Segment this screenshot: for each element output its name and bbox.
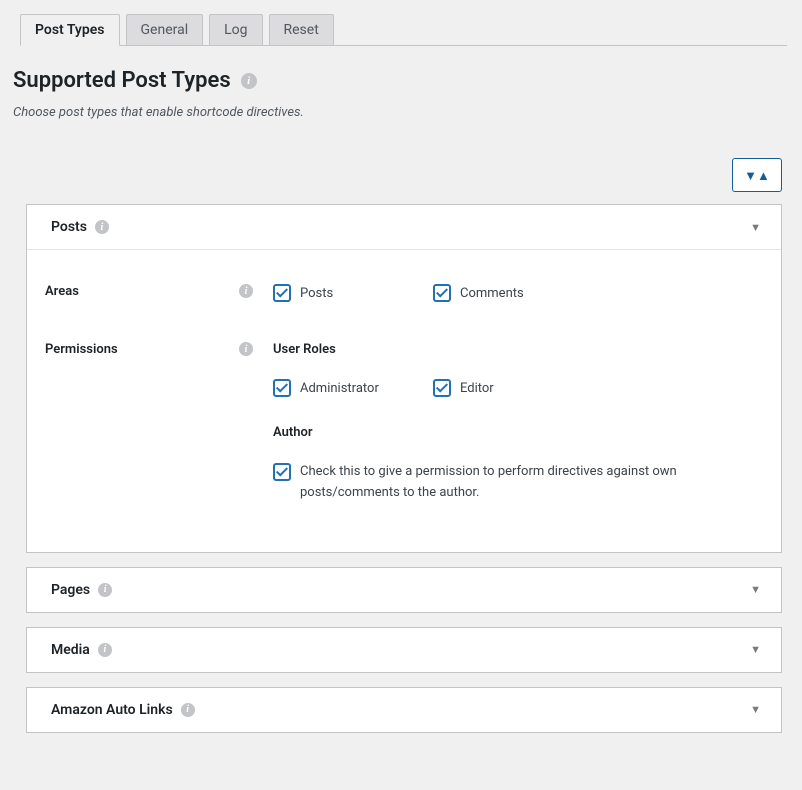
- panel-amazon-header[interactable]: Amazon Auto Links i ▼: [27, 688, 781, 732]
- checkbox-posts-label: Posts: [300, 286, 333, 301]
- toggle-all-button[interactable]: ▼▲: [732, 158, 782, 192]
- checkbox-item-editor: Editor: [433, 379, 593, 397]
- panel-media-header[interactable]: Media i ▼: [27, 628, 781, 672]
- panel-header-left: Amazon Auto Links i: [51, 702, 195, 718]
- checkbox-administrator[interactable]: [273, 379, 291, 397]
- info-icon[interactable]: i: [98, 583, 112, 597]
- panel-pages: Pages i ▼: [26, 567, 782, 613]
- checkbox-posts[interactable]: [273, 284, 291, 302]
- chevron-down-icon: ▼: [744, 168, 757, 183]
- info-icon[interactable]: i: [181, 703, 195, 717]
- checkbox-editor-label: Editor: [460, 381, 494, 396]
- info-icon[interactable]: i: [241, 73, 257, 89]
- permissions-label: Permissions: [45, 342, 118, 357]
- roles-checkbox-row: Administrator Editor: [273, 379, 757, 397]
- panel-media: Media i ▼: [26, 627, 782, 673]
- author-block: Author Check this to give a permission t…: [273, 425, 757, 504]
- page-title: Supported Post Types: [13, 68, 231, 93]
- panel-header-left: Posts i: [51, 219, 109, 235]
- info-icon[interactable]: i: [98, 643, 112, 657]
- checkbox-author[interactable]: [273, 463, 291, 481]
- user-roles-heading: User Roles: [273, 342, 757, 357]
- field-label-col: Permissions i: [45, 342, 273, 504]
- panel-header-left: Pages i: [51, 582, 112, 598]
- tab-post-types[interactable]: Post Types: [20, 14, 120, 46]
- chevron-down-icon: ▼: [750, 221, 761, 234]
- field-areas: Areas i Posts Comments: [45, 284, 757, 302]
- author-heading: Author: [273, 425, 757, 440]
- checkbox-item-posts: Posts: [273, 284, 433, 302]
- checkbox-administrator-label: Administrator: [300, 381, 379, 396]
- tab-log[interactable]: Log: [209, 14, 262, 46]
- panel-header-left: Media i: [51, 642, 112, 658]
- info-icon[interactable]: i: [239, 342, 253, 356]
- author-desc-text: Check this to give a permission to perfo…: [300, 462, 757, 504]
- panel-amazon: Amazon Auto Links i ▼: [26, 687, 782, 733]
- field-label-col: Areas i: [45, 284, 273, 302]
- info-icon[interactable]: i: [239, 284, 253, 298]
- panel-pages-title: Pages: [51, 582, 90, 598]
- info-icon[interactable]: i: [95, 220, 109, 234]
- chevron-up-icon: ▲: [757, 168, 770, 183]
- chevron-down-icon: ▼: [750, 703, 761, 716]
- areas-content: Posts Comments: [273, 284, 757, 302]
- tab-reset[interactable]: Reset: [269, 14, 334, 46]
- checkbox-item-administrator: Administrator: [273, 379, 433, 397]
- checkbox-comments[interactable]: [433, 284, 451, 302]
- panel-pages-header[interactable]: Pages i ▼: [27, 568, 781, 612]
- chevron-down-icon: ▼: [750, 583, 761, 596]
- checkbox-editor[interactable]: [433, 379, 451, 397]
- page-description: Choose post types that enable shortcode …: [13, 105, 782, 120]
- permissions-content: User Roles Administrator Editor Author: [273, 342, 757, 504]
- field-permissions: Permissions i User Roles Administrator E…: [45, 342, 757, 504]
- areas-label: Areas: [45, 284, 79, 299]
- panel-posts-title: Posts: [51, 219, 87, 235]
- tabs-nav: Post Types General Log Reset: [20, 14, 787, 46]
- panel-posts: Posts i ▼ Areas i Posts Comments: [26, 204, 782, 553]
- toggle-all-wrap: ▼▲: [20, 158, 782, 192]
- checkbox-item-comments: Comments: [433, 284, 593, 302]
- panel-media-title: Media: [51, 642, 90, 658]
- chevron-down-icon: ▼: [750, 643, 761, 656]
- page-title-wrap: Supported Post Types i: [13, 68, 782, 93]
- author-desc-row: Check this to give a permission to perfo…: [273, 462, 757, 504]
- panel-amazon-title: Amazon Auto Links: [51, 702, 173, 718]
- checkbox-comments-label: Comments: [460, 286, 524, 301]
- tab-general[interactable]: General: [126, 14, 204, 46]
- areas-checkbox-row: Posts Comments: [273, 284, 757, 302]
- panel-posts-header[interactable]: Posts i ▼: [27, 205, 781, 249]
- panel-posts-body: Areas i Posts Comments Permission: [27, 249, 781, 552]
